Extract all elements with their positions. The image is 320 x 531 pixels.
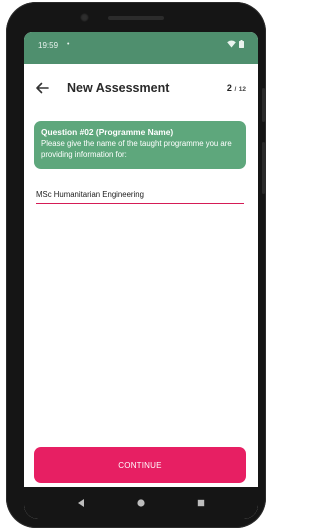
question-title: Question #02 (Programme Name) (41, 127, 174, 137)
step-total: 12 (238, 86, 246, 93)
notification-dot: • (67, 41, 70, 48)
programme-name-input[interactable] (36, 188, 244, 204)
page-title: New Assessment (67, 81, 170, 95)
app-toolbar: New Assessment 2 / 12 (24, 64, 258, 112)
question-text: Please give the name of the taught progr… (41, 139, 232, 159)
step-counter: 2 / 12 (227, 83, 246, 93)
continue-button[interactable]: CONTINUE (34, 447, 246, 483)
recents-square-icon[interactable] (196, 498, 206, 508)
question-card: Question #02 (Programme Name) Please giv… (34, 121, 246, 169)
home-circle-icon[interactable] (136, 498, 146, 508)
battery-icon (239, 40, 244, 48)
wifi-icon (227, 40, 236, 48)
volume-button (262, 88, 265, 122)
screen: 19:59 • New Assessment 2 / 12 Question #… (24, 32, 258, 519)
phone-frame: 19:59 • New Assessment 2 / 12 Question #… (6, 2, 266, 528)
back-triangle-icon[interactable] (76, 498, 86, 508)
earpiece-speaker (108, 16, 164, 20)
arrow-left-icon[interactable] (34, 80, 50, 96)
step-current: 2 (226, 83, 232, 93)
front-camera (80, 13, 89, 22)
system-nav-bar (24, 487, 258, 519)
power-button (262, 142, 265, 194)
status-icons (227, 40, 244, 48)
step-separator: / (234, 86, 237, 93)
status-time: 19:59 (38, 41, 59, 50)
status-bar: 19:59 • (24, 32, 258, 64)
